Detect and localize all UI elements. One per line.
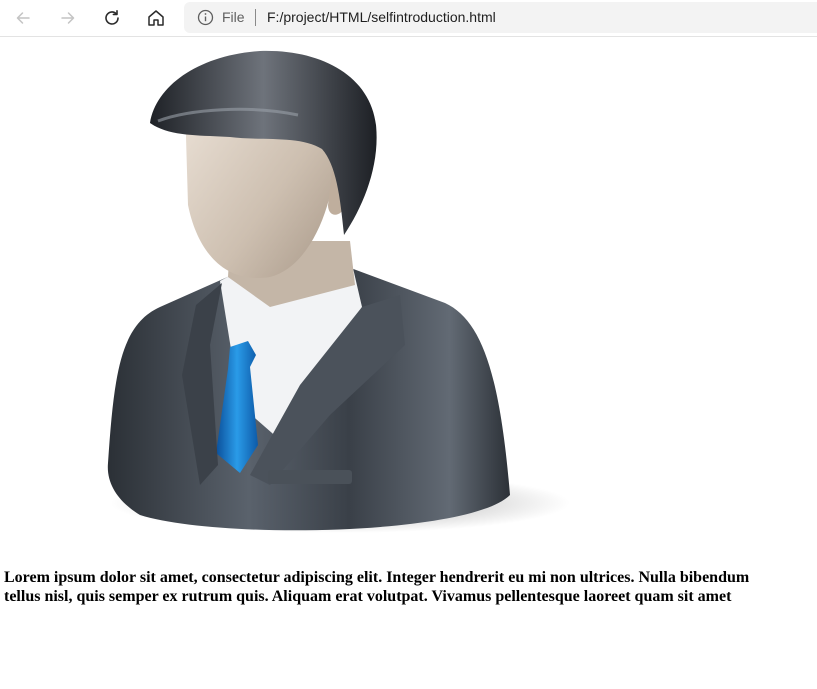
address-bar[interactable]: File F:/project/HTML/selfintroduction.ht… [184, 2, 817, 33]
paragraph-line-1: Lorem ipsum dolor sit amet, consectetur … [4, 569, 750, 586]
info-icon[interactable] [197, 9, 214, 31]
forward-button[interactable] [54, 4, 82, 32]
page-content: Lorem ipsum dolor sit amet, consectetur … [0, 37, 817, 689]
url-text[interactable]: F:/project/HTML/selfintroduction.html [267, 9, 496, 26]
address-separator [255, 9, 256, 26]
intro-paragraph: Lorem ipsum dolor sit amet, consectetur … [4, 568, 817, 606]
url-scheme-label: File [222, 9, 245, 25]
paragraph-line-2: tellus nisl, quis semper ex rutrum quis.… [4, 588, 732, 605]
back-button[interactable] [9, 4, 37, 32]
refresh-button[interactable] [98, 4, 126, 32]
user-avatar-image [100, 45, 570, 545]
forward-arrow-icon [59, 9, 77, 27]
home-icon [146, 8, 166, 28]
home-button[interactable] [142, 4, 170, 32]
back-arrow-icon [14, 9, 32, 27]
refresh-icon [102, 8, 122, 28]
browser-toolbar: File F:/project/HTML/selfintroduction.ht… [0, 0, 817, 37]
